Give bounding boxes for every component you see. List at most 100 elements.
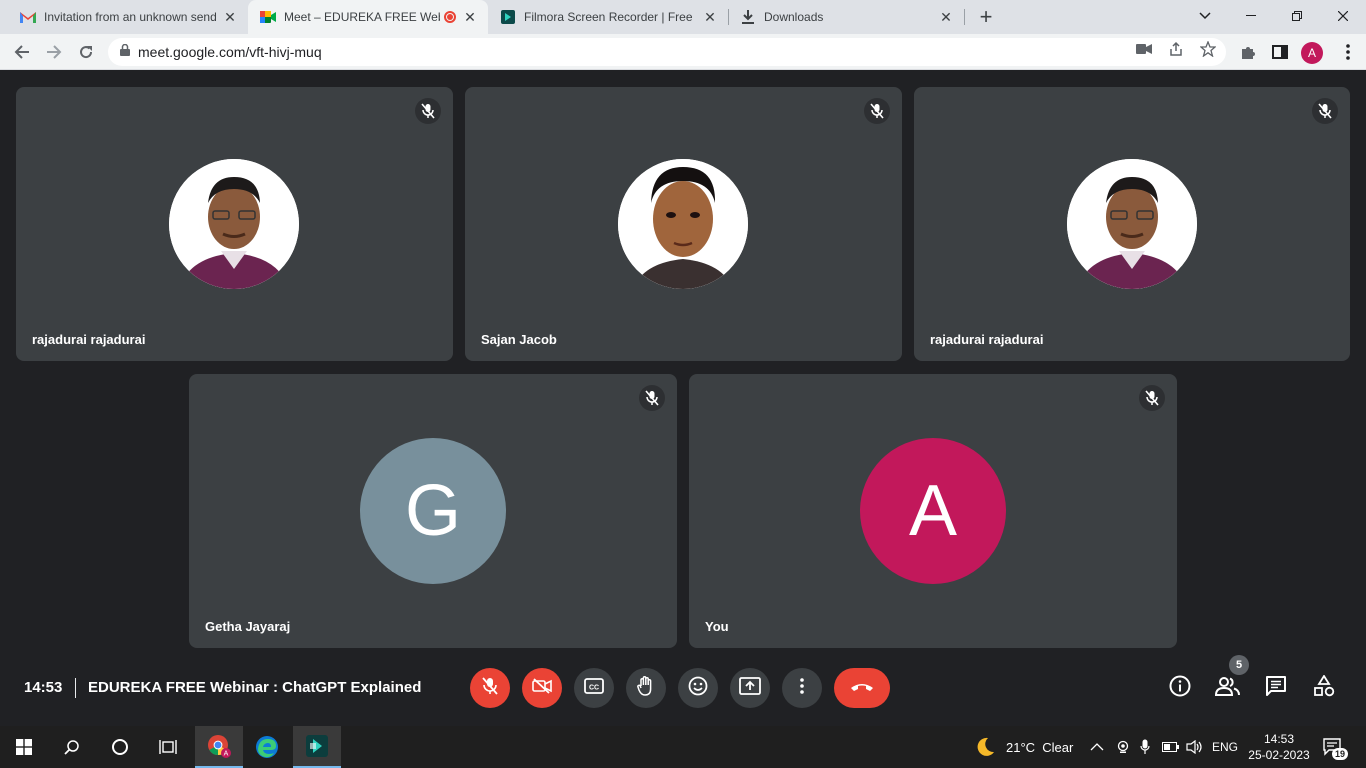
edge-taskbar-icon[interactable] xyxy=(243,726,291,768)
camera-in-use-tray-icon[interactable] xyxy=(1116,726,1130,768)
participant-photo-avatar xyxy=(1067,159,1197,289)
chat-button[interactable] xyxy=(1263,675,1289,701)
bookmark-star-icon[interactable] xyxy=(1199,40,1217,58)
participant-letter-avatar: G xyxy=(360,438,506,584)
minimize-icon[interactable] xyxy=(1228,0,1274,32)
volume-icon[interactable] xyxy=(1186,726,1204,768)
captions-icon: CC xyxy=(584,677,604,699)
microphone-in-use-icon[interactable] xyxy=(1140,726,1150,768)
tab-close-icon[interactable]: ✕ xyxy=(462,9,478,25)
raise-hand-button[interactable] xyxy=(626,668,666,708)
tab-close-icon[interactable]: ✕ xyxy=(702,9,718,25)
self-participant-tile[interactable]: A You xyxy=(689,374,1177,648)
url-text: meet.google.com/vft-hivj-muq xyxy=(138,44,322,60)
battery-icon[interactable] xyxy=(1162,726,1180,768)
more-options-button[interactable] xyxy=(782,668,822,708)
new-tab-button[interactable]: + xyxy=(974,4,998,29)
restore-icon[interactable] xyxy=(1274,0,1320,32)
camera-toggle-button[interactable] xyxy=(522,668,562,708)
notification-count: 19 xyxy=(1332,748,1349,760)
participant-tile[interactable]: G Getha Jayaraj xyxy=(189,374,677,648)
lock-icon[interactable] xyxy=(120,43,130,61)
activities-button[interactable] xyxy=(1311,673,1337,702)
present-screen-button[interactable] xyxy=(730,668,770,708)
tab-title: Filmora Screen Recorder | Free D xyxy=(524,10,696,24)
side-panel-icon[interactable] xyxy=(1270,42,1290,62)
filmora-icon xyxy=(500,9,516,25)
windows-start-icon[interactable] xyxy=(0,726,48,768)
raise-hand-icon xyxy=(637,675,655,701)
weather-widget[interactable]: 21°C Clear xyxy=(974,726,1073,768)
chat-icon xyxy=(1265,675,1287,702)
participant-tile[interactable]: rajadurai rajadurai xyxy=(914,87,1350,361)
tab-gmail[interactable]: Invitation from an unknown send ✕ xyxy=(8,0,248,34)
more-options-icon xyxy=(800,677,804,699)
address-bar[interactable]: meet.google.com/vft-hivj-muq xyxy=(108,38,1226,66)
participant-name: rajadurai rajadurai xyxy=(930,332,1044,347)
search-icon[interactable] xyxy=(48,726,96,768)
close-window-icon[interactable] xyxy=(1320,0,1366,32)
participant-tile[interactable]: Sajan Jacob xyxy=(465,87,902,361)
reload-icon[interactable] xyxy=(72,38,100,66)
filmora-taskbar-icon[interactable] xyxy=(293,726,341,768)
mic-muted-icon xyxy=(415,98,441,124)
captions-button[interactable]: CC xyxy=(574,668,614,708)
divider xyxy=(75,678,76,698)
participant-letter-avatar: A xyxy=(860,438,1006,584)
clock-date: 25-02-2023 xyxy=(1248,748,1310,762)
share-icon[interactable] xyxy=(1167,40,1185,58)
tab-title: Invitation from an unknown send xyxy=(44,10,216,24)
back-arrow-icon[interactable] xyxy=(8,38,36,66)
svg-text:A: A xyxy=(224,751,229,758)
browser-menu-icon[interactable] xyxy=(1338,42,1358,62)
meeting-clock: 14:53 xyxy=(24,679,63,696)
mic-muted-icon xyxy=(1139,385,1165,411)
mic-muted-icon xyxy=(864,98,890,124)
meet-icon xyxy=(260,9,276,25)
mic-muted-icon xyxy=(1312,98,1338,124)
tab-title: Meet – EDUREKA FREE Webi xyxy=(284,10,440,24)
system-clock[interactable]: 14:53 25-02-2023 xyxy=(1248,726,1310,768)
reactions-button[interactable] xyxy=(678,668,718,708)
participant-name: Getha Jayaraj xyxy=(205,619,291,634)
input-language-indicator[interactable]: ENG xyxy=(1212,726,1238,768)
browser-tab-strip: Invitation from an unknown send ✕ Meet –… xyxy=(0,0,1366,34)
leave-call-button[interactable] xyxy=(834,668,890,708)
show-hidden-icons-chevron-up-icon[interactable] xyxy=(1090,726,1104,768)
download-icon xyxy=(740,9,756,25)
people-button[interactable] xyxy=(1214,675,1241,701)
tab-meet[interactable]: Meet – EDUREKA FREE Webi ✕ xyxy=(248,0,488,34)
meeting-details-button[interactable] xyxy=(1167,675,1193,701)
tab-filmora[interactable]: Filmora Screen Recorder | Free D ✕ xyxy=(488,0,728,34)
participant-name: rajadurai rajadurai xyxy=(32,332,146,347)
browser-toolbar: meet.google.com/vft-hivj-muq A xyxy=(0,34,1366,70)
profile-avatar[interactable]: A xyxy=(1301,42,1323,64)
tab-downloads[interactable]: Downloads ✕ xyxy=(728,0,964,34)
task-view-icon[interactable] xyxy=(144,726,192,768)
tab-title: Downloads xyxy=(764,10,824,24)
tab-close-icon[interactable]: ✕ xyxy=(938,9,954,25)
participant-photo-avatar xyxy=(618,159,748,289)
tab-close-icon[interactable]: ✕ xyxy=(222,9,238,25)
end-call-icon xyxy=(850,679,874,697)
participant-photo-avatar xyxy=(169,159,299,289)
cortana-icon[interactable] xyxy=(96,726,144,768)
activities-shapes-icon xyxy=(1313,673,1335,702)
participant-name: You xyxy=(705,619,729,634)
people-icon xyxy=(1214,676,1241,701)
tab-search-chevron-down-icon[interactable] xyxy=(1182,0,1228,32)
clock-time: 14:53 xyxy=(1263,732,1295,746)
mic-toggle-button[interactable] xyxy=(470,668,510,708)
chrome-taskbar-icon[interactable]: A xyxy=(195,726,243,768)
present-screen-icon xyxy=(739,676,761,700)
forward-arrow-icon[interactable] xyxy=(40,38,68,66)
participant-tile[interactable]: rajadurai rajadurai xyxy=(16,87,453,361)
notification-center-icon[interactable]: 19 xyxy=(1322,726,1349,768)
meet-stage: rajadurai rajadurai Sajan Jacob rajadura… xyxy=(0,71,1366,726)
camera-in-use-icon[interactable] xyxy=(1135,40,1153,58)
meeting-title: EDUREKA FREE Webinar : ChatGPT Explained xyxy=(88,679,422,696)
gmail-icon xyxy=(20,9,36,25)
camera-off-icon xyxy=(532,677,552,699)
extensions-puzzle-icon[interactable] xyxy=(1238,42,1258,62)
weather-text: 21°C Clear xyxy=(1006,739,1074,755)
